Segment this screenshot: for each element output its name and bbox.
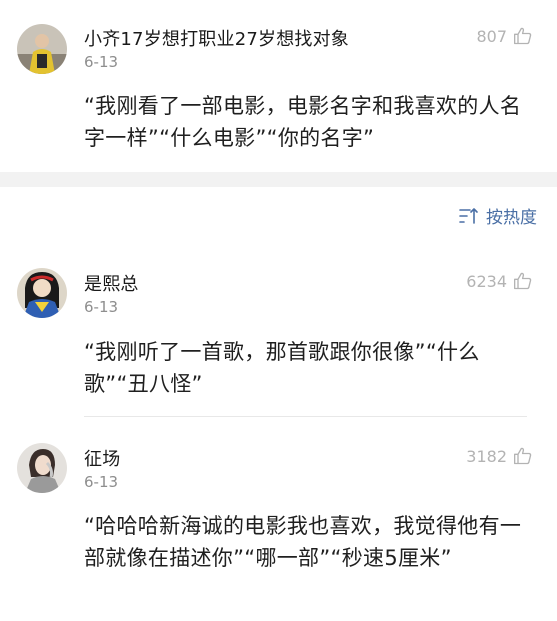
avatar[interactable] [17, 24, 67, 74]
avatar[interactable] [17, 268, 67, 318]
sort-button[interactable]: 按热度 [458, 203, 537, 228]
thumbs-up-icon [514, 27, 532, 45]
thumbs-up-icon [514, 447, 532, 465]
username[interactable]: 小齐17岁想打职业27岁想找对象 [84, 25, 349, 51]
username[interactable]: 征场 [84, 445, 120, 471]
comment-date: 6-13 [84, 298, 119, 316]
avatar-image [17, 443, 67, 493]
like-button[interactable]: 3182 [466, 446, 533, 466]
avatar-image [17, 268, 67, 318]
thumbs-up-icon [514, 272, 532, 290]
like-count: 3182 [466, 446, 507, 466]
like-button[interactable]: 807 [476, 26, 533, 46]
username[interactable]: 是熙总 [84, 270, 139, 296]
comment-divider [84, 416, 527, 417]
sort-label: 按热度 [486, 208, 537, 228]
comment-date: 6-13 [84, 53, 119, 71]
like-count: 6234 [466, 271, 507, 291]
comment-date: 6-13 [84, 473, 119, 491]
sort-icon [459, 207, 478, 224]
like-button[interactable]: 6234 [466, 271, 533, 291]
section-separator [0, 172, 557, 187]
avatar-image [17, 24, 67, 74]
comment-text: “哈哈哈新海诚的电影我也喜欢，我觉得他有一部就像在描述你”“哪一部”“秒速5厘米… [84, 514, 522, 570]
comment-text: “我刚听了一首歌，那首歌跟你很像”“什么歌”“丑八怪” [84, 340, 480, 396]
like-count: 807 [476, 26, 507, 46]
comment-text: “我刚看了一部电影，电影名字和我喜欢的人名字一样”“什么电影”“你的名字” [84, 94, 522, 150]
avatar[interactable] [17, 443, 67, 493]
